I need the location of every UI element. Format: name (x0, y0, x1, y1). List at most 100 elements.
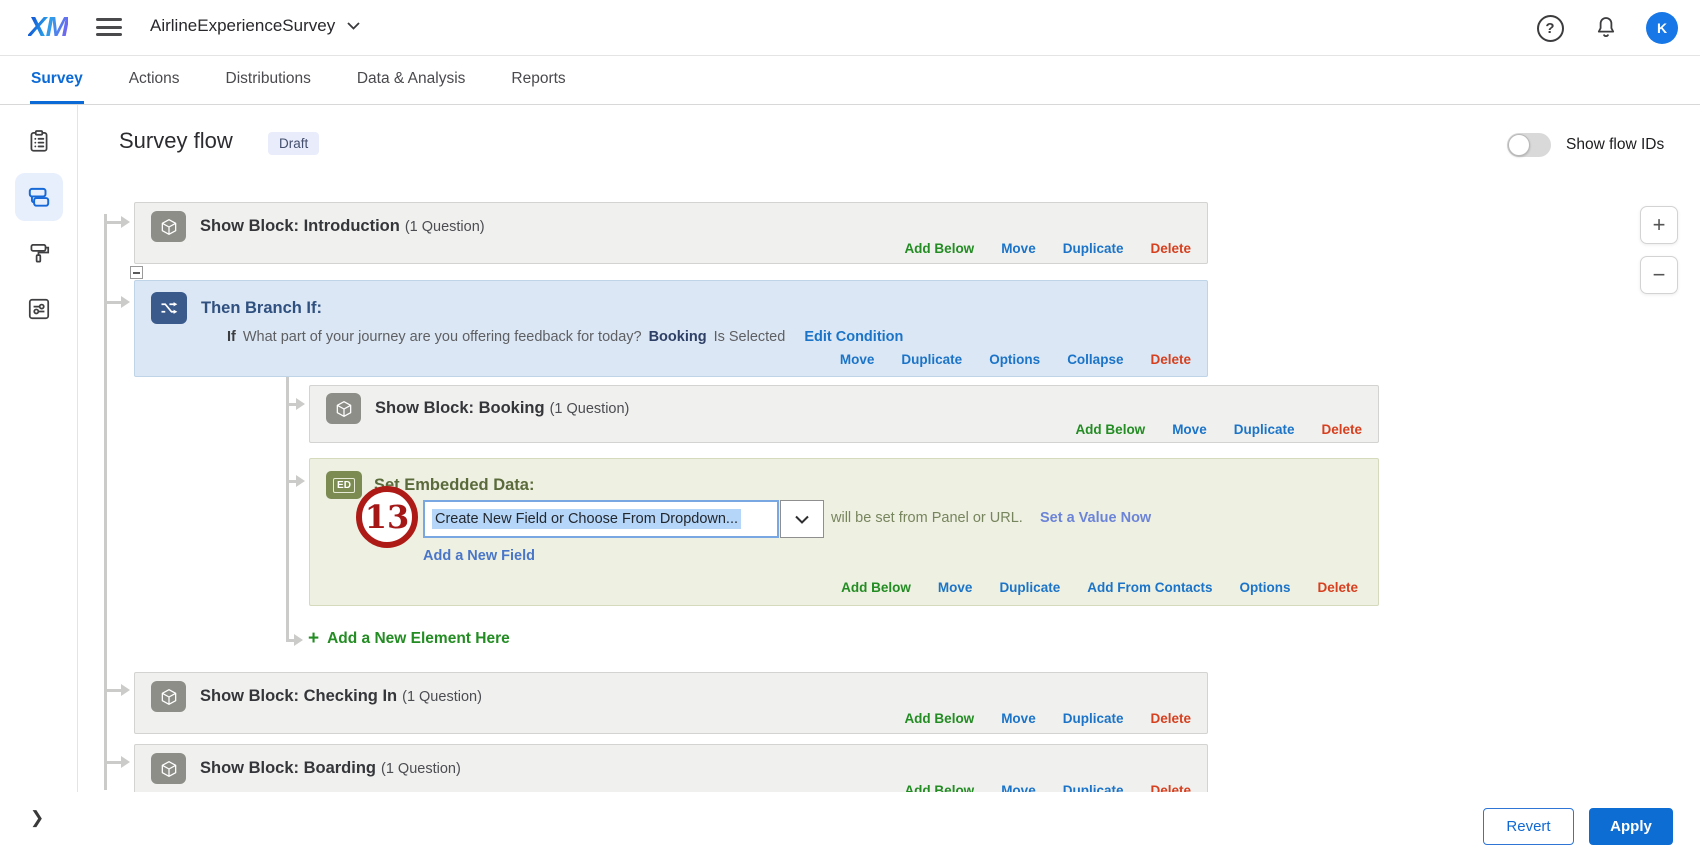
add-a-new-field-link[interactable]: Add a New Field (423, 548, 535, 564)
revert-button[interactable]: Revert (1483, 808, 1574, 845)
expand-sidebar-chevron-icon[interactable]: ❯ (30, 808, 44, 828)
footer-bar: ❯ Revert Apply (0, 792, 1700, 850)
add-below-link[interactable]: Add Below (904, 241, 974, 256)
block-question-count: (1 Question) (405, 219, 485, 235)
sidebar-item-survey-flow[interactable] (15, 173, 63, 221)
zoom-out-button[interactable]: − (1640, 256, 1678, 294)
embedded-field-input[interactable]: Create New Field or Choose From Dropdown… (423, 500, 779, 538)
block-cube-icon (151, 681, 186, 712)
plus-icon: + (308, 629, 319, 648)
condition-value: Booking (649, 329, 707, 345)
block-title-text: Show Block: Boarding (200, 759, 376, 777)
block-cube-icon (151, 211, 186, 242)
tab-actions[interactable]: Actions (128, 56, 181, 104)
show-block-booking: Show Block: Booking (1 Question) Add Belo… (309, 385, 1379, 443)
embedded-field-selected-text: Create New Field or Choose From Dropdown… (432, 509, 741, 529)
connector-arrow-icon (286, 403, 296, 406)
tab-reports[interactable]: Reports (510, 56, 566, 104)
connector-arrow-icon (104, 761, 121, 764)
add-new-element-link[interactable]: + Add a New Element Here (308, 629, 510, 648)
block-title: Show Block: Booking (1 Question) (375, 399, 629, 418)
embedded-field-dropdown-button[interactable] (780, 500, 824, 538)
block-head: Show Block: Booking (1 Question) (310, 386, 1378, 424)
hamburger-menu-icon[interactable] (96, 18, 122, 38)
block-actions: Add Below Move Duplicate Add From Contac… (841, 580, 1358, 595)
branch-condition: If What part of your journey are you off… (227, 329, 903, 345)
embedded-suffix-text: will be set from Panel or URL. (831, 510, 1023, 526)
tab-survey[interactable]: Survey (30, 56, 84, 104)
duplicate-link[interactable]: Duplicate (901, 352, 962, 367)
block-title-text: Show Block: Introduction (200, 217, 400, 235)
topbar-right: ? K (1534, 12, 1678, 44)
block-head: Show Block: Checking In(1 Question) (135, 673, 1207, 712)
survey-name-dropdown[interactable]: AirlineExperienceSurvey (150, 16, 360, 36)
branch-block: Then Branch If: If What part of your jou… (134, 280, 1208, 377)
collapse-link[interactable]: Collapse (1067, 352, 1123, 367)
duplicate-link[interactable]: Duplicate (1063, 711, 1124, 726)
condition-question: What part of your journey are you offeri… (243, 329, 642, 345)
apply-button[interactable]: Apply (1589, 808, 1673, 845)
delete-link[interactable]: Delete (1321, 422, 1362, 437)
collapse-branch-icon[interactable] (130, 266, 143, 279)
set-a-value-now-link[interactable]: Set a Value Now (1040, 510, 1151, 526)
delete-link[interactable]: Delete (1150, 711, 1191, 726)
help-button[interactable]: ? (1534, 12, 1566, 44)
block-question-count: (1 Question) (550, 401, 630, 417)
duplicate-link[interactable]: Duplicate (1063, 241, 1124, 256)
add-below-link[interactable]: Add Below (1075, 422, 1145, 437)
move-link[interactable]: Move (1001, 711, 1036, 726)
zoom-in-button[interactable]: + (1640, 206, 1678, 244)
settings-sliders-icon (26, 296, 52, 322)
show-block-introduction: Show Block: Introduction (1 Question) Add… (134, 202, 1208, 264)
move-link[interactable]: Move (1172, 422, 1207, 437)
notifications-button[interactable] (1590, 12, 1622, 44)
add-below-link[interactable]: Add Below (904, 711, 974, 726)
delete-link[interactable]: Delete (1150, 352, 1191, 367)
connector-arrow-icon (104, 689, 121, 692)
connector-arrow-icon (286, 639, 294, 642)
survey-flow-app: XM AirlineExperienceSurvey ? K Survey Ac… (0, 0, 1700, 850)
tab-data-analysis[interactable]: Data & Analysis (356, 56, 467, 104)
block-head: ED Set Embedded Data: (310, 459, 1378, 499)
move-link[interactable]: Move (840, 352, 875, 367)
sidebar (0, 105, 78, 850)
help-icon: ? (1537, 15, 1564, 42)
branch-title: Then Branch If: (201, 299, 322, 318)
show-flow-ids-label: Show flow IDs (1566, 136, 1664, 154)
block-actions: Add Below Move Duplicate Delete (1075, 422, 1362, 437)
bell-icon (1594, 15, 1618, 41)
duplicate-link[interactable]: Duplicate (1234, 422, 1295, 437)
tab-distributions[interactable]: Distributions (225, 56, 312, 104)
options-link[interactable]: Options (1239, 580, 1290, 595)
move-link[interactable]: Move (938, 580, 973, 595)
block-head: Show Block: Boarding(1 Question) (135, 745, 1207, 784)
add-from-contacts-link[interactable]: Add From Contacts (1087, 580, 1212, 595)
set-embedded-data-block: ED Set Embedded Data: Create New Field o… (309, 458, 1379, 606)
sidebar-item-survey-builder[interactable] (15, 117, 63, 165)
user-avatar[interactable]: K (1646, 12, 1678, 44)
delete-link[interactable]: Delete (1317, 580, 1358, 595)
chevron-down-icon (347, 22, 360, 30)
paint-roller-icon (26, 240, 52, 266)
sidebar-item-survey-options[interactable] (15, 285, 63, 333)
embedded-data-icon: ED (326, 471, 362, 499)
options-link[interactable]: Options (989, 352, 1040, 367)
ed-icon-label: ED (333, 478, 355, 493)
duplicate-link[interactable]: Duplicate (999, 580, 1060, 595)
add-new-element-label: Add a New Element Here (327, 630, 510, 648)
block-cube-icon (326, 393, 361, 424)
add-below-link[interactable]: Add Below (841, 580, 911, 595)
xm-logo[interactable]: XM (28, 11, 68, 43)
show-flow-ids-toggle[interactable] (1507, 133, 1551, 157)
block-title-text: Show Block: Booking (375, 399, 545, 417)
block-title: Show Block: Checking In(1 Question) (200, 687, 482, 706)
chevron-down-icon (795, 515, 809, 524)
delete-link[interactable]: Delete (1150, 241, 1191, 256)
branch-icon (151, 292, 187, 324)
show-block-checking-in: Show Block: Checking In(1 Question) Add … (134, 672, 1208, 734)
topbar: XM AirlineExperienceSurvey ? K (0, 0, 1700, 56)
block-title-text: Show Block: Checking In (200, 687, 397, 705)
sidebar-item-look-feel[interactable] (15, 229, 63, 277)
edit-condition-link[interactable]: Edit Condition (804, 329, 903, 345)
move-link[interactable]: Move (1001, 241, 1036, 256)
